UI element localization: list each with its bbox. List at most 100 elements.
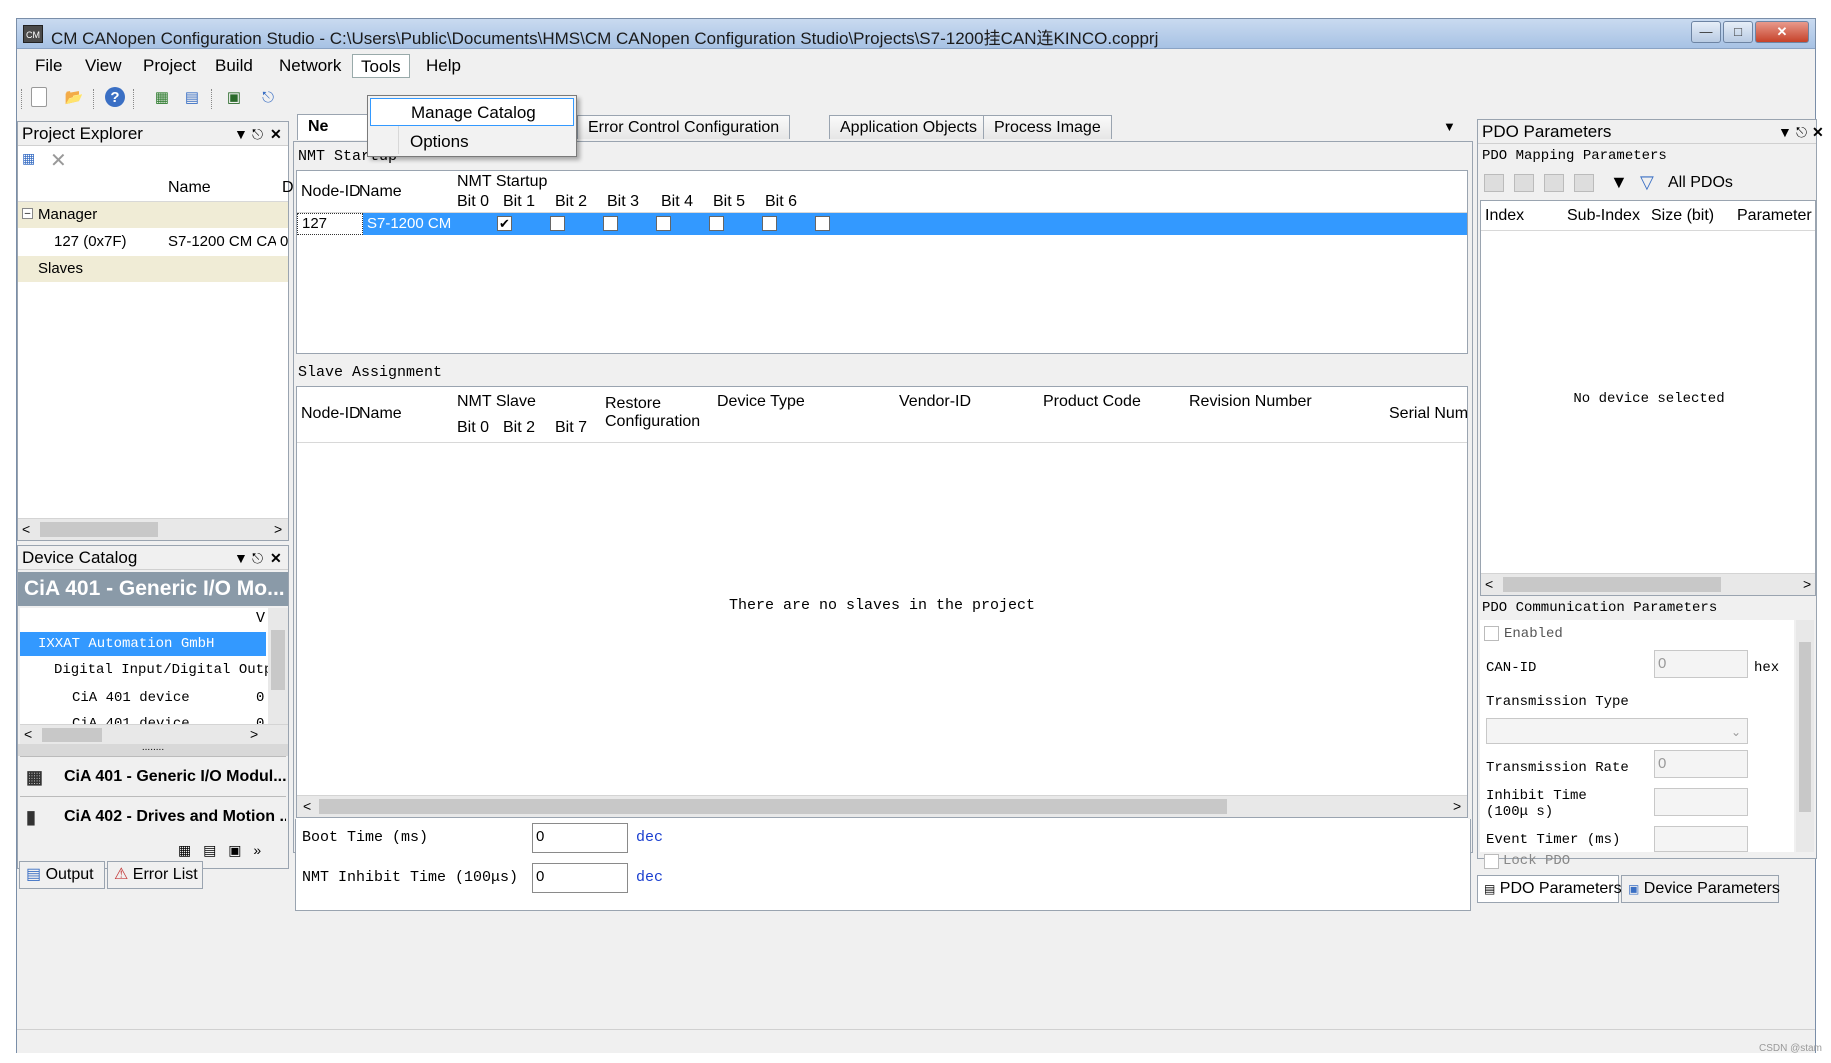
tab-application-objects[interactable]: Application Objects: [829, 115, 988, 139]
checkbox-bit6[interactable]: [815, 216, 830, 231]
nmt-inhibit-time-input[interactable]: 0: [532, 863, 628, 893]
add-mapping-icon[interactable]: [1484, 174, 1504, 192]
tree-slaves[interactable]: Slaves: [18, 256, 288, 282]
filter-icon[interactable]: ▼: [1610, 172, 1628, 193]
boot-time-input[interactable]: 0: [532, 823, 628, 853]
minimize-button[interactable]: —: [1691, 21, 1721, 43]
add-device-icon[interactable]: ▦: [22, 150, 42, 170]
maximize-button[interactable]: □: [1723, 21, 1753, 43]
menu-view[interactable]: View: [77, 54, 130, 78]
scroll-thumb[interactable]: [271, 630, 285, 690]
tab-output-label: Output: [45, 866, 94, 883]
close-icon[interactable]: ✕: [1812, 120, 1824, 144]
scroll-thumb[interactable]: [1503, 577, 1721, 592]
device-icon[interactable]: ▣: [223, 87, 245, 109]
device-row-1[interactable]: CiA 401 device: [72, 690, 190, 706]
tab-device-parameters[interactable]: ▣ Device Parameters: [1621, 875, 1780, 903]
menu-network[interactable]: Network: [271, 54, 349, 78]
tree-manager[interactable]: – Manager: [18, 202, 288, 228]
catalog-item-cia401[interactable]: ▦ CiA 401 - Generic I/O Modul...: [20, 756, 286, 796]
tab-error-control[interactable]: Error Control Configuration: [577, 115, 791, 139]
checkbox-bit0[interactable]: ✔: [497, 216, 512, 231]
tab-output[interactable]: ▤ Output: [19, 861, 105, 889]
group-row[interactable]: Digital Input/Digital Outp: [54, 662, 268, 678]
transmission-rate-input[interactable]: 0: [1654, 750, 1748, 778]
move-down-icon[interactable]: [1574, 174, 1594, 192]
dropdown-icon[interactable]: ▼: [234, 122, 248, 146]
delete-mapping-icon[interactable]: [1514, 174, 1534, 192]
lock-pdo-checkbox[interactable]: [1484, 854, 1499, 869]
checkbox-bit4[interactable]: [709, 216, 724, 231]
enabled-checkbox[interactable]: [1484, 626, 1499, 641]
connect-icon[interactable]: ⎋: [257, 87, 279, 109]
tab-list-dropdown-icon[interactable]: ▼: [1443, 119, 1456, 134]
boot-time-unit: dec: [636, 829, 664, 846]
open-folder-icon[interactable]: 📂: [63, 87, 85, 109]
tab-error-list[interactable]: ⚠ Error List: [107, 861, 203, 889]
watermark: CSDN @stam: [1759, 1043, 1822, 1054]
explorer-hscrollbar[interactable]: < >: [18, 518, 288, 540]
help-icon[interactable]: ?: [105, 87, 125, 107]
pin-icon[interactable]: ⎋: [1796, 120, 1807, 144]
slave-hscrollbar[interactable]: < >: [297, 795, 1467, 817]
menu-project[interactable]: Project: [135, 54, 204, 78]
vendor-row[interactable]: IXXAT Automation GmbH: [20, 632, 266, 656]
device-row-2[interactable]: CiA 401 device: [72, 716, 190, 724]
dropdown-icon[interactable]: ▼: [234, 546, 248, 570]
inhibit-time-input[interactable]: [1654, 788, 1748, 816]
scroll-right-icon[interactable]: >: [250, 726, 258, 742]
menu-item-options[interactable]: Options: [370, 128, 574, 156]
scroll-right-icon[interactable]: >: [1803, 576, 1811, 592]
all-pdos-label[interactable]: All PDOs: [1668, 174, 1733, 192]
scroll-thumb[interactable]: [319, 799, 1227, 814]
scroll-left-icon[interactable]: <: [303, 798, 311, 814]
scroll-left-icon[interactable]: <: [1485, 576, 1493, 592]
tab-process-image[interactable]: Process Image: [983, 115, 1112, 139]
delete-icon[interactable]: ✕: [50, 148, 67, 173]
new-file-icon[interactable]: [31, 87, 47, 107]
tools-menu-dropdown: Manage Catalog Options: [367, 95, 577, 157]
pin-icon[interactable]: ⎋: [252, 122, 263, 146]
scroll-thumb[interactable]: [40, 522, 158, 537]
menu-tools[interactable]: Tools: [352, 54, 410, 78]
nmt-startup-row[interactable]: 127 S7-1200 CM CA ✔: [297, 213, 1467, 235]
pdo-comm-vscrollbar[interactable]: [1796, 620, 1814, 852]
checkbox-bit1[interactable]: [550, 216, 565, 231]
catalog-vscrollbar[interactable]: [268, 608, 288, 724]
checkbox-bit3[interactable]: [656, 216, 671, 231]
scroll-thumb[interactable]: [1799, 642, 1811, 812]
filter-all-icon[interactable]: ▽: [1640, 172, 1654, 193]
pin-icon[interactable]: ⎋: [252, 546, 263, 570]
scroll-left-icon[interactable]: <: [22, 521, 30, 537]
catalog-item-cia402[interactable]: ▮ CiA 402 - Drives and Motion ...: [20, 796, 286, 836]
pdo-mapping-grid: Index Sub-Index Size (bit) Parameter Nam…: [1480, 200, 1816, 596]
event-timer-input[interactable]: [1654, 826, 1748, 852]
scroll-right-icon[interactable]: >: [1453, 798, 1461, 814]
transmission-type-select[interactable]: ⌄: [1486, 718, 1748, 744]
catalog-overflow-icons[interactable]: ▦ ▤ ▣ »: [178, 842, 265, 859]
catalog-hscrollbar[interactable]: < >: [20, 724, 288, 744]
row-node-id[interactable]: 127: [297, 213, 363, 235]
menu-build[interactable]: Build: [207, 54, 261, 78]
move-up-icon[interactable]: [1544, 174, 1564, 192]
close-icon[interactable]: ✕: [270, 546, 282, 570]
scroll-right-icon[interactable]: >: [274, 521, 282, 537]
menu-item-manage-catalog[interactable]: Manage Catalog: [370, 98, 574, 126]
scroll-left-icon[interactable]: <: [24, 726, 32, 742]
download-icon[interactable]: ▤: [181, 87, 203, 109]
scroll-thumb[interactable]: [42, 728, 102, 742]
menu-help[interactable]: Help: [418, 54, 469, 78]
tree-node-127[interactable]: 127 (0x7F) S7-1200 CM CA 0: [18, 228, 288, 256]
scan-network-icon[interactable]: ▦: [151, 87, 173, 109]
collapse-icon[interactable]: –: [22, 208, 33, 219]
checkbox-bit5[interactable]: [762, 216, 777, 231]
can-id-input[interactable]: 0: [1654, 650, 1748, 678]
catalog-splitter[interactable]: ........: [18, 743, 288, 756]
checkbox-bit2[interactable]: [603, 216, 618, 231]
dropdown-icon[interactable]: ▼: [1778, 120, 1792, 144]
close-icon[interactable]: ✕: [270, 122, 282, 146]
pdo-hscrollbar[interactable]: < >: [1481, 573, 1815, 595]
menu-file[interactable]: File: [27, 54, 70, 78]
close-button[interactable]: ✕: [1755, 21, 1809, 43]
tab-pdo-parameters[interactable]: ▤ PDO Parameters: [1477, 875, 1622, 903]
